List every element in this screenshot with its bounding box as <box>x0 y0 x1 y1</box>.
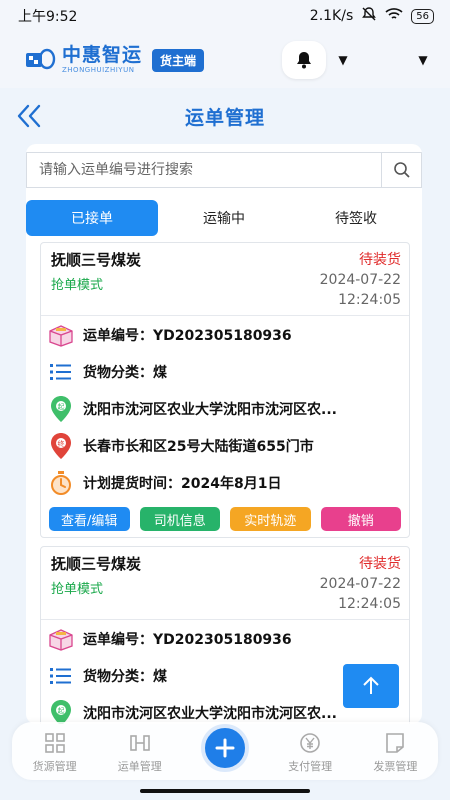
notification-button[interactable] <box>282 41 326 79</box>
stopwatch-icon <box>47 469 75 497</box>
nav-item-payment[interactable]: 支付管理 <box>275 732 345 774</box>
pickup-label: 计划提货时间： <box>83 475 181 492</box>
category-row: 货物分类：煤 <box>41 353 409 390</box>
mute-icon <box>361 6 377 26</box>
package-icon <box>47 321 75 349</box>
nav-label: 运单管理 <box>117 760 162 773</box>
add-button[interactable] <box>200 724 249 772</box>
nav-label: 货源管理 <box>32 760 77 773</box>
order-status: 待装货 <box>359 556 401 572</box>
double-chevron-left-icon <box>17 104 41 128</box>
origin-pin-icon: 起 <box>47 395 75 423</box>
category-label: 货物分类： <box>83 668 153 685</box>
battery-icon: 56 <box>411 8 434 24</box>
chevron-down-icon[interactable]: ▼ <box>416 53 430 67</box>
search-bar <box>26 152 422 188</box>
nav-item-waybill[interactable]: 运单管理 <box>105 732 175 774</box>
status-icons: 2.1K/s 56 <box>310 6 434 26</box>
order-status: 待装货 <box>359 252 401 268</box>
destination-pin-icon: 终 <box>47 432 75 460</box>
bell-icon <box>297 52 311 69</box>
wifi-icon <box>385 7 403 25</box>
header-actions: ▼ ▼ <box>282 41 430 79</box>
svg-text:起: 起 <box>58 403 65 411</box>
origin-address: 沈阳市沈河区农业大学沈阳市沈河区农... <box>83 401 337 418</box>
origin-pin-icon: 起 <box>47 699 75 724</box>
yen-icon <box>300 733 320 753</box>
order-title: 抚顺三号煤炭 <box>51 251 142 269</box>
brand-subtitle: ZHONGHUIZHIYUN <box>62 66 135 74</box>
role-badge: 货主端 <box>152 48 205 72</box>
order-card[interactable]: 抚顺三号煤炭 抢单模式 待装货 2024-07-22 12:24:05 运单编号… <box>40 242 410 538</box>
order-actions: 查看/编辑 司机信息 实时轨迹 撤销 <box>41 501 409 537</box>
live-track-button[interactable]: 实时轨迹 <box>230 507 311 531</box>
category-value: 煤 <box>153 668 167 685</box>
category-label: 货物分类： <box>83 364 153 381</box>
category-value: 煤 <box>153 364 167 381</box>
order-mode: 抢单模式 <box>51 278 104 293</box>
order-time: 12:24:05 <box>338 596 401 612</box>
pickup-row: 计划提货时间：2024年8月1日 <box>41 464 409 501</box>
status-tabs: 已接单 运输中 待签收 <box>26 200 422 236</box>
page-title: 运单管理 <box>184 106 265 129</box>
brand: 中惠智运 ZHONGHUIZHIYUN 货主端 <box>24 44 205 74</box>
content-panel: 已接单 运输中 待签收 抚顺三号煤炭 抢单模式 待装货 2024-07-22 1… <box>26 144 422 724</box>
view-edit-button[interactable]: 查看/编辑 <box>49 507 130 531</box>
grid-icon <box>44 733 65 753</box>
order-date: 2024-07-22 <box>319 272 401 288</box>
chevron-down-icon[interactable]: ▼ <box>336 53 350 67</box>
origin-row: 起 沈阳市沈河区农业大学沈阳市沈河区农... <box>41 390 409 427</box>
waybill-label: 运单编号： <box>83 631 153 648</box>
package-icon <box>47 625 75 653</box>
nav-item-add[interactable] <box>190 724 260 774</box>
clock: 上午9:52 <box>18 9 78 25</box>
nav-bar: 运单管理 <box>0 88 450 144</box>
driver-info-button[interactable]: 司机信息 <box>139 507 220 531</box>
status-bar: 上午9:52 2.1K/s 56 <box>0 0 450 32</box>
bottom-nav: 货源管理 运单管理 支付管理 发票管理 <box>12 722 438 780</box>
svg-text:起: 起 <box>58 707 65 715</box>
nav-label: 支付管理 <box>288 760 333 773</box>
nav-label: 发票管理 <box>373 760 418 773</box>
waybill-number: YD202305180936 <box>153 631 292 648</box>
waybill-icon <box>129 735 150 751</box>
invoice-icon <box>386 733 405 753</box>
home-indicator[interactable] <box>140 789 310 793</box>
search-icon <box>393 162 410 178</box>
arrow-up-icon <box>363 676 379 694</box>
nav-item-cargo[interactable]: 货源管理 <box>20 732 90 774</box>
plus-icon <box>215 738 235 758</box>
network-speed: 2.1K/s <box>309 8 354 24</box>
search-input[interactable] <box>27 153 381 187</box>
scroll-top-button[interactable] <box>343 664 399 708</box>
user-name[interactable] <box>360 48 406 72</box>
nav-item-invoice[interactable]: 发票管理 <box>360 732 430 774</box>
waybill-row: 运单编号：YD202305180936 <box>41 316 409 353</box>
pickup-time: 2024年8月1日 <box>181 475 282 492</box>
list-icon <box>47 662 75 690</box>
order-time: 12:24:05 <box>338 292 401 308</box>
waybill-row: 运单编号：YD202305180936 <box>41 620 409 657</box>
origin-address: 沈阳市沈河区农业大学沈阳市沈河区农... <box>83 705 337 722</box>
order-mode: 抢单模式 <box>51 582 104 597</box>
search-button[interactable] <box>381 153 421 187</box>
svg-text:终: 终 <box>58 439 65 448</box>
order-card-header: 抚顺三号煤炭 抢单模式 待装货 2024-07-22 12:24:05 <box>41 547 409 620</box>
waybill-label: 运单编号： <box>83 327 153 344</box>
order-title: 抚顺三号煤炭 <box>51 555 142 573</box>
tab-pending-signoff[interactable]: 待签收 <box>290 200 422 236</box>
tab-in-transit[interactable]: 运输中 <box>158 200 290 236</box>
destination-address: 长春市长和区25号大陆街道655门市 <box>83 438 314 455</box>
waybill-number: YD202305180936 <box>153 327 292 344</box>
brand-name: 中惠智运 <box>62 44 143 66</box>
destination-row: 终 长春市长和区25号大陆街道655门市 <box>41 427 409 464</box>
back-button[interactable] <box>14 101 44 131</box>
app-header: 中惠智运 ZHONGHUIZHIYUN 货主端 ▼ ▼ <box>0 32 450 88</box>
list-icon <box>47 358 75 386</box>
revoke-button[interactable]: 撤销 <box>320 507 401 531</box>
order-card-header: 抚顺三号煤炭 抢单模式 待装货 2024-07-22 12:24:05 <box>41 243 409 316</box>
brand-logo-icon <box>24 47 56 73</box>
tab-accepted[interactable]: 已接单 <box>26 200 158 236</box>
order-date: 2024-07-22 <box>319 576 401 592</box>
